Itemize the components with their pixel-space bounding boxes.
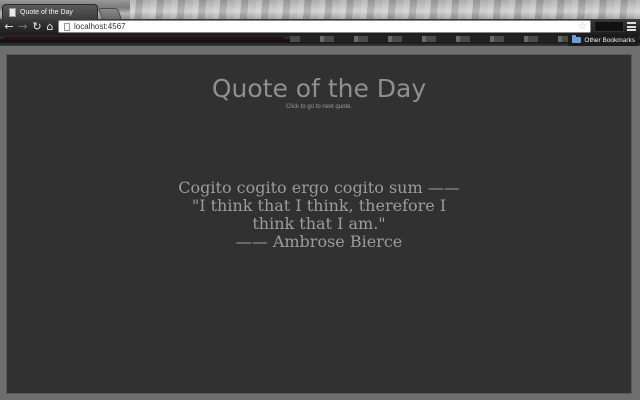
folder-icon	[572, 35, 582, 43]
page-title: Quote of the Day	[211, 74, 427, 103]
address-url[interactable]: localhost:4567	[74, 22, 126, 31]
bookmarks-bar: Other Bookmarks	[0, 34, 640, 46]
other-bookmarks-label: Other Bookmarks	[584, 36, 635, 44]
browser-toolbar: ← → ↻ ⌂ localhost:4567 ☆	[0, 19, 640, 34]
window-frame-texture	[130, 0, 640, 19]
browser-tab[interactable]: Quote of the Day	[2, 4, 98, 19]
bookmarks-bar-texture	[290, 36, 570, 42]
other-bookmarks-button[interactable]: Other Bookmarks	[568, 34, 638, 46]
page-frame[interactable]: Quote of the Day Click to go to next quo…	[6, 54, 632, 394]
address-bar[interactable]: localhost:4567 ☆	[58, 20, 591, 33]
back-icon[interactable]: ←	[3, 20, 15, 33]
tab-title: Quote of the Day	[20, 8, 73, 16]
menu-icon[interactable]	[627, 22, 636, 31]
star-icon[interactable]: ☆	[578, 21, 587, 32]
quote-author: —— Ambrose Bierce	[235, 232, 403, 251]
tab-strip: Quote of the Day	[0, 0, 640, 19]
quote-translation: "I think that I think, therefore I think…	[191, 196, 447, 233]
page-icon	[64, 22, 70, 31]
page-viewport: Quote of the Day Click to go to next quo…	[0, 46, 640, 400]
forward-icon[interactable]: →	[17, 20, 29, 33]
quote-block[interactable]: Cogito cogito ergo cogito sum —— "I thin…	[7, 179, 631, 251]
page-icon	[9, 7, 16, 17]
quote-original: Cogito cogito ergo cogito sum ——	[178, 178, 460, 197]
next-quote-hint[interactable]: Click to go to next quote.	[7, 104, 631, 110]
bookmarks-bar-texture	[4, 37, 284, 40]
home-icon[interactable]: ⌂	[44, 20, 56, 33]
extension-area[interactable]	[594, 21, 624, 32]
new-tab-button[interactable]	[97, 8, 123, 19]
reload-icon[interactable]: ↻	[31, 20, 43, 33]
